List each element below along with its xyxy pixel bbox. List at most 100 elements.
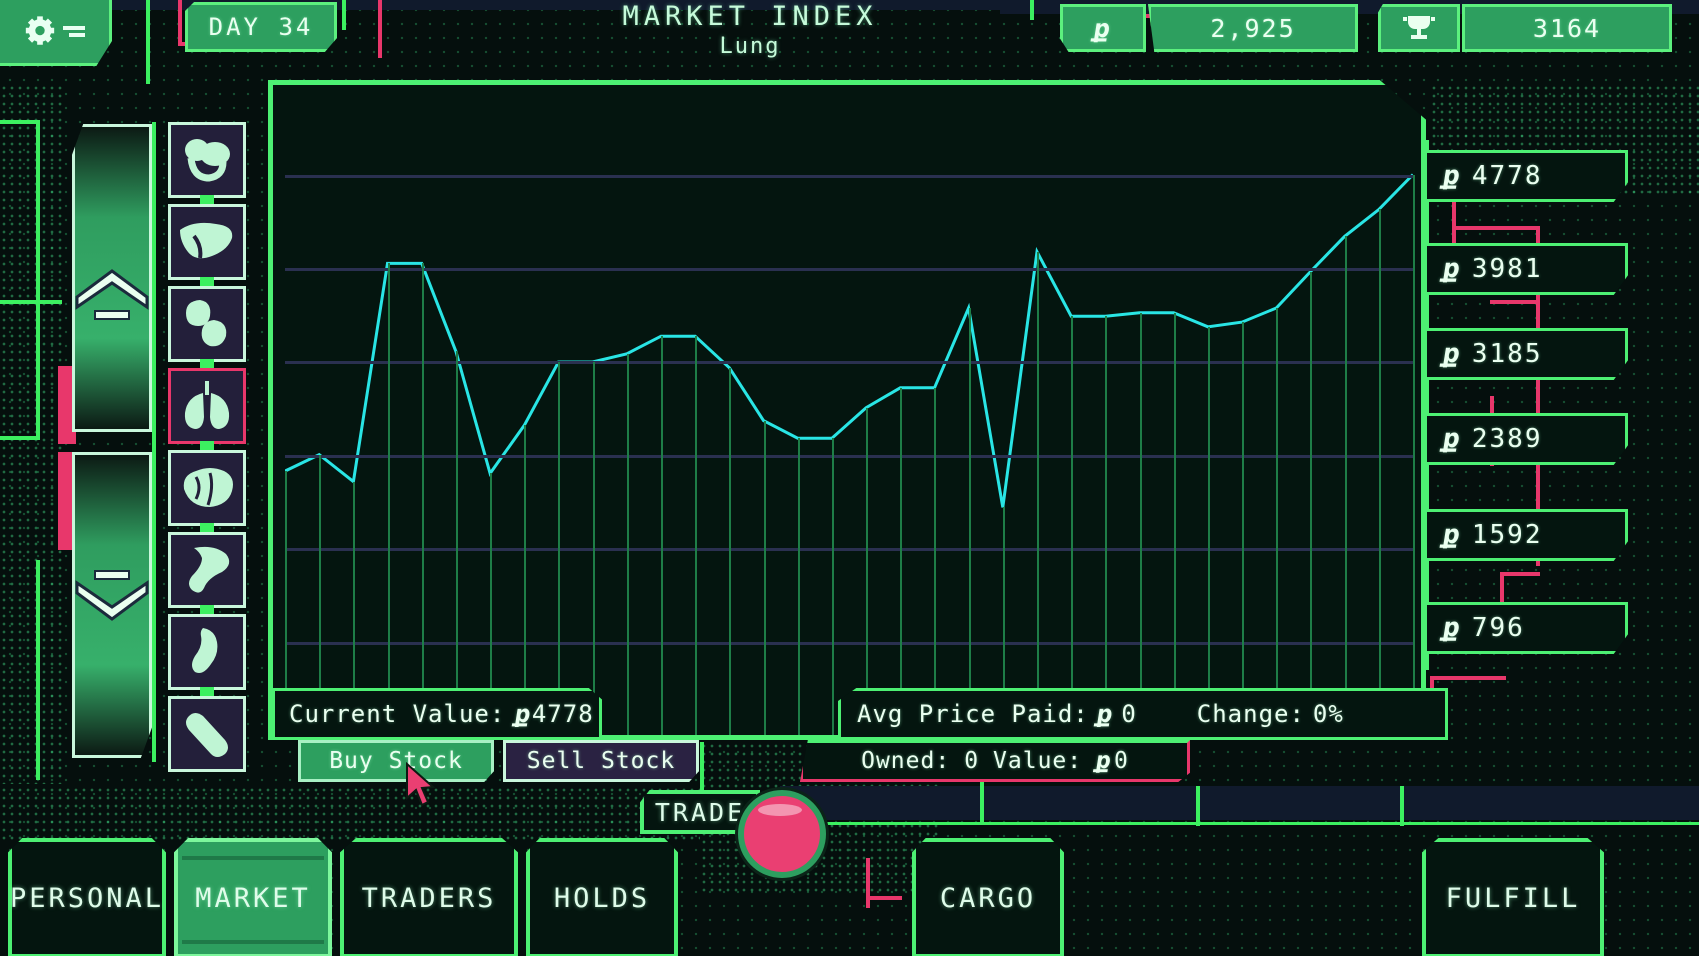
market-chart-panel: [268, 80, 1426, 740]
chart-gridline-v: [558, 362, 560, 735]
tab-label: HOLDS: [553, 882, 651, 914]
background-band-lower: [780, 786, 1699, 820]
tab-fulfill[interactable]: FULFILL: [1422, 838, 1604, 956]
chart-gridline-v: [900, 388, 902, 735]
organ-list: [168, 122, 246, 778]
organ-item-bone[interactable]: [168, 696, 246, 772]
owned-readout: Owned: 0 Value: ք 0: [800, 740, 1190, 782]
trade-label: TRADE: [654, 797, 746, 827]
chart-gridline-v: [1140, 313, 1142, 735]
chart-gridline-v: [593, 362, 595, 735]
brain-icon: [183, 468, 233, 507]
current-value-amount: 4778: [531, 700, 594, 728]
chart-gridline-v: [934, 388, 936, 735]
value-label: Value:: [993, 748, 1083, 774]
circuit-trace: [152, 122, 156, 762]
organ-connector: [200, 277, 214, 286]
organ-item-brain[interactable]: [168, 450, 246, 532]
scroll-down-button[interactable]: [72, 452, 152, 758]
trade-knob-button[interactable]: [738, 790, 826, 878]
circuit-trace: [0, 436, 40, 440]
change-label: Change:: [1196, 700, 1305, 728]
currency-symbol: ք: [1440, 424, 1465, 454]
y-axis-tick-5: ք 796: [1424, 602, 1628, 654]
y-axis-tick-label: 1592: [1471, 520, 1543, 550]
change-value: 0%: [1312, 700, 1344, 728]
chart-gridline-v: [627, 354, 629, 735]
top-hud-bar: DAY 34 MARKET INDEX Lung ք 2,925 3164: [0, 0, 1699, 78]
y-axis-tick-2: ք 3185: [1424, 328, 1628, 380]
page-subtitle: Lung: [719, 34, 781, 59]
currency-symbol: ք: [1440, 161, 1465, 191]
avg-price-readout: Avg Price Paid: ք 0 Change: 0%: [838, 688, 1448, 740]
chart-gridline-v: [1379, 209, 1381, 735]
circuit-trace: [36, 120, 40, 440]
organ-item-liver[interactable]: [168, 204, 246, 286]
stomach-icon: [189, 546, 230, 593]
chart-gridline-v: [832, 438, 834, 735]
organ-item-kidney[interactable]: [168, 286, 246, 368]
buy-stock-button[interactable]: Buy Stock: [298, 740, 494, 782]
chart-gridline-v: [456, 351, 458, 735]
kidney-icon: [186, 300, 227, 347]
page-title: MARKET INDEX: [622, 1, 878, 32]
tab-traders[interactable]: TRADERS: [340, 838, 518, 956]
circuit-trace: [0, 300, 62, 304]
organ-item-stomach[interactable]: [168, 532, 246, 614]
chart-gridline-h: [285, 175, 1413, 178]
liver-icon: [180, 222, 233, 259]
organ-item-lungs[interactable]: [168, 368, 246, 450]
scroll-up-button[interactable]: [72, 124, 152, 432]
sell-stock-button[interactable]: Sell Stock: [503, 740, 699, 782]
currency-symbol: ք: [1091, 13, 1115, 43]
avg-price-amount: 0: [1121, 700, 1137, 728]
y-axis-tick-3: ք 2389: [1424, 413, 1628, 465]
day-counter: DAY 34: [185, 2, 337, 52]
chart-gridline-v: [1276, 308, 1278, 735]
chart-gridline-v: [866, 408, 868, 735]
current-value-label: Current Value:: [289, 700, 506, 728]
value-amount: 0: [1114, 748, 1129, 774]
y-axis-tick-label: 796: [1471, 613, 1525, 643]
y-axis-tick-0: ք 4778: [1424, 150, 1628, 202]
trophy-icon: [1378, 4, 1460, 52]
day-label: DAY 34: [208, 13, 314, 41]
title-block: MARKET INDEX Lung: [520, 2, 980, 74]
chart-gridline-v: [422, 263, 424, 735]
cash-value: 2,925: [1148, 4, 1358, 52]
circuit-trace: [0, 120, 40, 124]
chart-gridline-v: [1413, 175, 1415, 735]
pancreas-icon: [192, 628, 218, 673]
reputation-value: 3164: [1462, 4, 1672, 52]
sell-stock-label: Sell Stock: [526, 748, 676, 774]
heart-icon: [185, 139, 230, 182]
bottom-navigation: PERSONAL MARKET TRADERS HOLDS CARGO FULF…: [0, 818, 1699, 956]
chevron-up-icon: [73, 267, 151, 325]
cash-amount: 2,925: [1210, 13, 1296, 43]
y-axis-tick-label: 3981: [1471, 254, 1543, 284]
tab-market[interactable]: MARKET: [174, 838, 332, 956]
chart-gridline-v: [661, 336, 663, 735]
organ-connector: [200, 687, 214, 696]
chart-gridline-v: [1105, 316, 1107, 735]
chart-plot-area[interactable]: [285, 125, 1415, 735]
owned-label: Owned:: [861, 748, 951, 774]
tab-cargo[interactable]: CARGO: [912, 838, 1064, 956]
chart-gridline-v: [729, 368, 731, 735]
tab-holds[interactable]: HOLDS: [526, 838, 678, 956]
tab-personal[interactable]: PERSONAL: [8, 838, 166, 956]
y-axis-tick-label: 2389: [1471, 424, 1543, 454]
tab-label: TRADERS: [361, 882, 497, 914]
tab-label: CARGO: [939, 882, 1037, 914]
chart-gridline-v: [1174, 313, 1176, 735]
organ-connector: [200, 523, 214, 532]
circuit-trace-pink: [1430, 676, 1506, 680]
organ-item-heart[interactable]: [168, 122, 246, 204]
chart-gridline-v: [1071, 316, 1073, 735]
chart-gridline-v: [1310, 272, 1312, 735]
currency-symbol: ք: [1440, 254, 1465, 284]
settings-button[interactable]: [0, 0, 112, 66]
chart-gridline-v: [1242, 322, 1244, 735]
y-axis-spine: [1424, 140, 1429, 670]
organ-item-pancreas[interactable]: [168, 614, 246, 696]
